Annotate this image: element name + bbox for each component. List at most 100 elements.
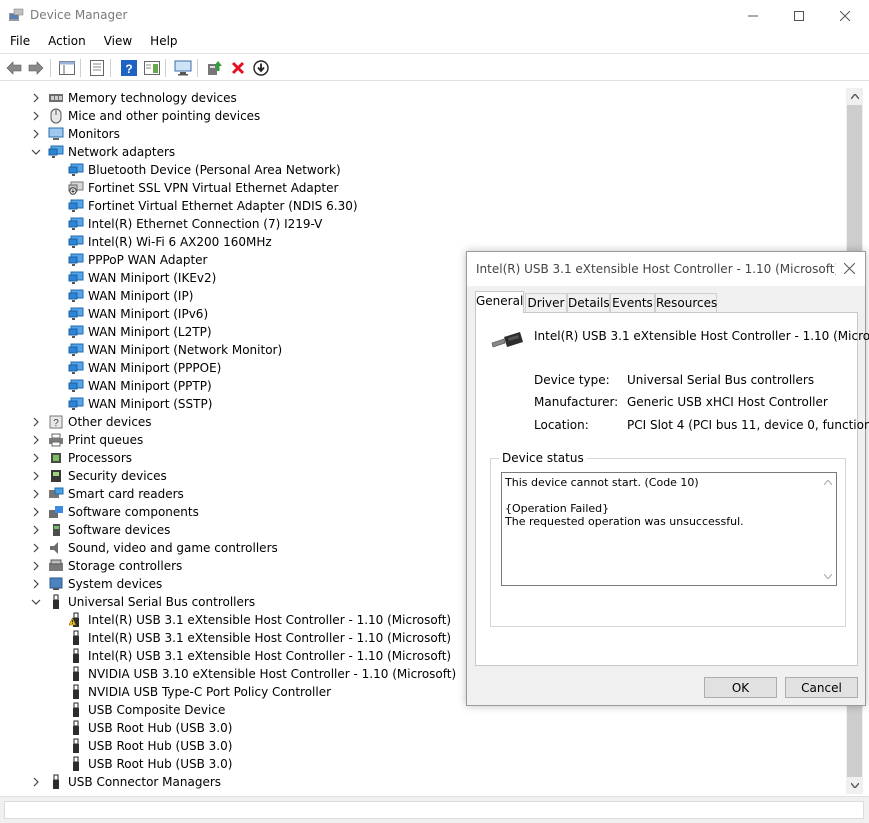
- dialog-close-icon[interactable]: [841, 260, 857, 276]
- chevron-right-icon[interactable]: [30, 416, 42, 428]
- network-icon: [68, 396, 84, 412]
- tree-row[interactable]: WAN Miniport (PPPOE): [68, 359, 221, 377]
- tree-row-label: USB Composite Device: [88, 703, 226, 717]
- tree-row[interactable]: Monitors: [30, 125, 120, 143]
- tree-row[interactable]: Storage controllers: [30, 557, 182, 575]
- back-arrow-icon[interactable]: [4, 58, 24, 78]
- tree-row[interactable]: Smart card readers: [30, 485, 184, 503]
- status-line: The requested operation was unsuccessful…: [505, 515, 744, 528]
- chevron-down-icon[interactable]: [30, 596, 42, 608]
- tree-row[interactable]: USB Root Hub (USB 3.0): [68, 737, 232, 755]
- tree-row[interactable]: Software components: [30, 503, 199, 521]
- tree-row[interactable]: WAN Miniport (L2TP): [68, 323, 212, 341]
- chevron-right-icon[interactable]: [30, 578, 42, 590]
- status-bar-panel: [4, 801, 864, 819]
- status-scroll-up-icon[interactable]: [819, 475, 836, 489]
- monitor-icon[interactable]: [173, 58, 193, 78]
- toolbar: ?: [0, 53, 869, 81]
- chevron-right-icon[interactable]: [30, 542, 42, 554]
- tree-row[interactable]: WAN Miniport (PPTP): [68, 377, 212, 395]
- status-scrollbar[interactable]: [819, 473, 836, 585]
- menu-help[interactable]: Help: [140, 31, 185, 53]
- tree-row[interactable]: PPPoP WAN Adapter: [68, 251, 208, 269]
- show-hide-tree-icon[interactable]: [57, 58, 77, 78]
- general-tab-panel: Intel(R) USB 3.1 eXtensible Host Control…: [475, 312, 869, 666]
- tree-row[interactable]: Memory technology devices: [30, 89, 237, 107]
- dialog-title: Intel(R) USB 3.1 eXtensible Host Control…: [476, 262, 836, 276]
- monitor-icon: [48, 126, 64, 142]
- tree-row[interactable]: Universal Serial Bus controllers: [30, 593, 255, 611]
- tree-row-label: Mice and other pointing devices: [68, 109, 261, 123]
- device-status-textbox[interactable]: This device cannot start. (Code 10) {Ope…: [501, 472, 837, 586]
- help-icon[interactable]: ?: [119, 58, 139, 78]
- action-pane-icon[interactable]: [142, 58, 162, 78]
- properties-icon[interactable]: [87, 58, 107, 78]
- chevron-right-icon[interactable]: [30, 128, 42, 140]
- svg-text:?: ?: [125, 62, 132, 76]
- tree-row[interactable]: WAN Miniport (Network Monitor): [68, 341, 282, 359]
- network-icon: [68, 360, 84, 376]
- tree-row[interactable]: Intel(R) USB 3.1 eXtensible Host Control…: [68, 629, 451, 647]
- scroll-up-arrow-icon[interactable]: [846, 88, 863, 105]
- chevron-right-icon[interactable]: [30, 506, 42, 518]
- maximize-button[interactable]: [776, 0, 822, 31]
- menu-view[interactable]: View: [94, 31, 140, 53]
- chevron-right-icon[interactable]: [30, 776, 42, 788]
- download-icon[interactable]: [251, 58, 271, 78]
- tab-resources[interactable]: Resources: [655, 293, 717, 312]
- tree-row[interactable]: Bluetooth Device (Personal Area Network): [68, 161, 341, 179]
- status-bar: [0, 796, 869, 823]
- chevron-right-icon[interactable]: [30, 488, 42, 500]
- update-driver-icon[interactable]: [205, 58, 225, 78]
- scroll-down-arrow-icon[interactable]: [846, 777, 863, 794]
- minimize-button[interactable]: [730, 0, 776, 31]
- device-type-label: Device type:: [534, 373, 610, 387]
- tree-row[interactable]: Intel(R) Ethernet Connection (7) I219-V: [68, 215, 322, 233]
- tab-events[interactable]: Events: [610, 293, 655, 312]
- tree-row[interactable]: USB Root Hub (USB 3.0): [68, 719, 232, 737]
- menu-file[interactable]: File: [0, 31, 38, 53]
- close-button[interactable]: [822, 0, 868, 31]
- uninstall-x-icon[interactable]: [228, 58, 248, 78]
- tree-row[interactable]: Intel(R) USB 3.1 eXtensible Host Control…: [68, 611, 451, 629]
- tree-row[interactable]: Print queues: [30, 431, 143, 449]
- chevron-right-icon[interactable]: [30, 452, 42, 464]
- tree-row[interactable]: USB Root Hub (USB 3.0): [68, 755, 232, 773]
- tree-row[interactable]: ? Other devices: [30, 413, 152, 431]
- tab-details[interactable]: Details: [567, 293, 610, 312]
- menu-action[interactable]: Action: [38, 31, 94, 53]
- tree-row[interactable]: WAN Miniport (IKEv2): [68, 269, 216, 287]
- status-scroll-down-icon[interactable]: [819, 569, 836, 583]
- tree-row[interactable]: USB Connector Managers: [30, 773, 221, 791]
- tree-row[interactable]: Intel(R) USB 3.1 eXtensible Host Control…: [68, 647, 451, 665]
- tree-row[interactable]: Network adapters: [30, 143, 175, 161]
- tree-row[interactable]: Intel(R) Wi-Fi 6 AX200 160MHz: [68, 233, 272, 251]
- chevron-right-icon[interactable]: [30, 560, 42, 572]
- tree-row[interactable]: WAN Miniport (SSTP): [68, 395, 212, 413]
- chevron-right-icon[interactable]: [30, 524, 42, 536]
- tree-row[interactable]: NVIDIA USB Type-C Port Policy Controller: [68, 683, 331, 701]
- tree-row[interactable]: Fortinet Virtual Ethernet Adapter (NDIS …: [68, 197, 358, 215]
- tree-row[interactable]: Fortinet SSL VPN Virtual Ethernet Adapte…: [68, 179, 338, 197]
- chevron-right-icon[interactable]: [30, 92, 42, 104]
- tab-general[interactable]: General: [475, 291, 524, 313]
- cancel-button[interactable]: Cancel: [785, 677, 858, 698]
- ok-button[interactable]: OK: [704, 677, 777, 698]
- tree-row[interactable]: WAN Miniport (IP): [68, 287, 193, 305]
- tree-row[interactable]: USB Composite Device: [68, 701, 225, 719]
- tree-row[interactable]: Mice and other pointing devices: [30, 107, 260, 125]
- tree-row[interactable]: NVIDIA USB 3.10 eXtensible Host Controll…: [68, 665, 456, 683]
- tree-row[interactable]: Sound, video and game controllers: [30, 539, 278, 557]
- tree-row[interactable]: System devices: [30, 575, 162, 593]
- chevron-right-icon[interactable]: [30, 434, 42, 446]
- tree-row[interactable]: Security devices: [30, 467, 167, 485]
- forward-arrow-icon[interactable]: [26, 58, 46, 78]
- tab-driver[interactable]: Driver: [525, 293, 567, 312]
- tree-row[interactable]: Processors: [30, 449, 132, 467]
- chevron-right-icon[interactable]: [30, 110, 42, 122]
- chevron-down-icon[interactable]: [30, 146, 42, 158]
- tree-row[interactable]: WAN Miniport (IPv6): [68, 305, 208, 323]
- chevron-right-icon[interactable]: [30, 470, 42, 482]
- network-icon: [68, 342, 84, 358]
- tree-row[interactable]: Software devices: [30, 521, 170, 539]
